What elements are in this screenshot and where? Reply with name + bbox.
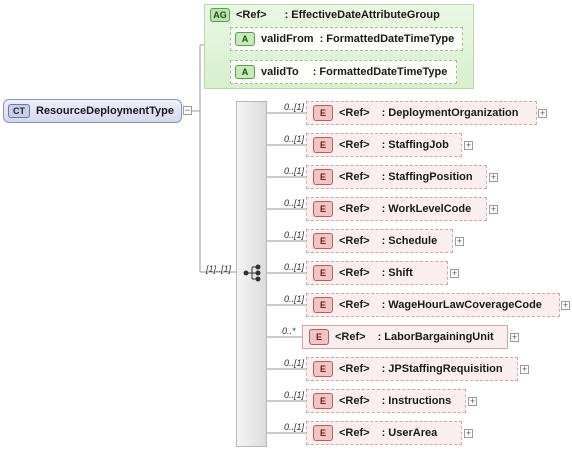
element-ref: <Ref> bbox=[339, 107, 370, 119]
element-occurrence: 0..[1] bbox=[284, 230, 305, 240]
complex-type-badge: CT bbox=[8, 104, 30, 118]
element-name: : WorkLevelCode bbox=[381, 203, 472, 215]
element-ref: <Ref> bbox=[339, 363, 370, 375]
element-badge: E bbox=[313, 425, 333, 441]
element-badge: E bbox=[309, 329, 329, 345]
element-name: : Schedule bbox=[381, 235, 438, 247]
element-occurrence: 0..[1] bbox=[284, 358, 305, 368]
element-name: : LaborBargainingUnit bbox=[377, 331, 494, 343]
expand-toggle-icon[interactable]: + bbox=[464, 429, 473, 438]
attribute-valid-to[interactable]: A validTo : FormattedDateTimeType bbox=[230, 60, 457, 84]
element-staffing-job[interactable]: E <Ref> : StaffingJob bbox=[306, 133, 462, 157]
element-occurrence: 0..[1] bbox=[284, 134, 305, 144]
element-shift[interactable]: E <Ref> : Shift bbox=[306, 261, 448, 285]
attribute-badge: A bbox=[235, 65, 255, 79]
attribute-valid-from[interactable]: A validFrom : FormattedDateTimeType bbox=[230, 27, 463, 51]
sequence-occurrence: [1]..[1] bbox=[206, 264, 232, 274]
element-ref: <Ref> bbox=[339, 267, 370, 279]
element-badge: E bbox=[313, 105, 333, 121]
element-wage-hour-law-coverage-code[interactable]: E <Ref> : WageHourLawCoverageCode bbox=[306, 293, 560, 317]
element-occurrence: 0..[1] bbox=[284, 166, 305, 176]
expand-toggle-icon[interactable]: + bbox=[538, 109, 547, 118]
element-badge: E bbox=[313, 233, 333, 249]
element-user-area[interactable]: E <Ref> : UserArea bbox=[306, 421, 462, 445]
expand-toggle-icon[interactable]: + bbox=[489, 205, 498, 214]
element-ref: <Ref> bbox=[339, 427, 370, 439]
attribute-type: : FormattedDateTimeType bbox=[312, 66, 448, 78]
element-occurrence: 0..[1] bbox=[284, 422, 305, 432]
attribute-type: : FormattedDateTimeType bbox=[319, 33, 455, 45]
expand-toggle-icon[interactable]: + bbox=[489, 173, 498, 182]
element-occurrence: 0..* bbox=[282, 326, 296, 336]
element-name: : Shift bbox=[381, 267, 413, 279]
element-ref: <Ref> bbox=[339, 139, 370, 151]
element-badge: E bbox=[313, 265, 333, 281]
expand-toggle-icon[interactable]: + bbox=[520, 365, 529, 374]
element-labor-bargaining-unit[interactable]: E <Ref> : LaborBargainingUnit bbox=[302, 325, 508, 349]
element-ref: <Ref> bbox=[335, 331, 366, 343]
complex-type-node[interactable]: CT ResourceDeploymentType bbox=[3, 99, 182, 123]
attribute-name: validTo bbox=[261, 66, 299, 78]
element-jp-staffing-requisition[interactable]: E <Ref> : JPStaffingRequisition bbox=[306, 357, 518, 381]
element-occurrence: 0..[1] bbox=[284, 262, 305, 272]
attribute-group-ref: <Ref> bbox=[236, 9, 267, 21]
element-name: : StaffingPosition bbox=[381, 171, 473, 183]
element-badge: E bbox=[313, 361, 333, 377]
element-occurrence: 0..[1] bbox=[284, 102, 305, 112]
expand-toggle-icon[interactable]: + bbox=[468, 397, 477, 406]
attribute-group-badge: AG bbox=[210, 8, 230, 22]
element-work-level-code[interactable]: E <Ref> : WorkLevelCode bbox=[306, 197, 487, 221]
expand-toggle-icon[interactable]: + bbox=[561, 301, 570, 310]
attribute-group-header[interactable]: AG <Ref> : EffectiveDateAttributeGroup bbox=[210, 7, 440, 23]
element-name: : WageHourLawCoverageCode bbox=[381, 299, 542, 311]
attribute-name: validFrom bbox=[261, 33, 314, 45]
element-ref: <Ref> bbox=[339, 235, 370, 247]
expand-toggle-icon[interactable]: + bbox=[455, 237, 464, 246]
element-badge: E bbox=[313, 169, 333, 185]
element-staffing-position[interactable]: E <Ref> : StaffingPosition bbox=[306, 165, 487, 189]
element-name: : StaffingJob bbox=[381, 139, 449, 151]
element-occurrence: 0..[1] bbox=[284, 390, 305, 400]
element-occurrence: 0..[1] bbox=[284, 198, 305, 208]
collapse-toggle-icon[interactable]: − bbox=[183, 106, 192, 115]
element-occurrence: 0..[1] bbox=[284, 294, 305, 304]
element-name: : DeploymentOrganization bbox=[381, 107, 519, 119]
expand-toggle-icon[interactable]: + bbox=[450, 269, 459, 278]
element-ref: <Ref> bbox=[339, 395, 370, 407]
element-ref: <Ref> bbox=[339, 203, 370, 215]
element-ref: <Ref> bbox=[339, 299, 370, 311]
element-name: : JPStaffingRequisition bbox=[381, 363, 503, 375]
element-name: : UserArea bbox=[381, 427, 438, 439]
element-instructions[interactable]: E <Ref> : Instructions bbox=[306, 389, 466, 413]
expand-toggle-icon[interactable]: + bbox=[464, 141, 473, 150]
complex-type-name: ResourceDeploymentType bbox=[36, 105, 174, 117]
attribute-group-name: : EffectiveDateAttributeGroup bbox=[284, 9, 440, 21]
element-deployment-organization[interactable]: E <Ref> : DeploymentOrganization bbox=[306, 101, 537, 125]
expand-toggle-icon[interactable]: + bbox=[510, 333, 519, 342]
element-ref: <Ref> bbox=[339, 171, 370, 183]
element-badge: E bbox=[313, 137, 333, 153]
element-badge: E bbox=[313, 297, 333, 313]
element-schedule[interactable]: E <Ref> : Schedule bbox=[306, 229, 453, 253]
element-badge: E bbox=[313, 201, 333, 217]
sequence-icon bbox=[243, 264, 261, 282]
element-name: : Instructions bbox=[381, 395, 452, 407]
element-badge: E bbox=[313, 393, 333, 409]
attribute-badge: A bbox=[235, 32, 255, 46]
